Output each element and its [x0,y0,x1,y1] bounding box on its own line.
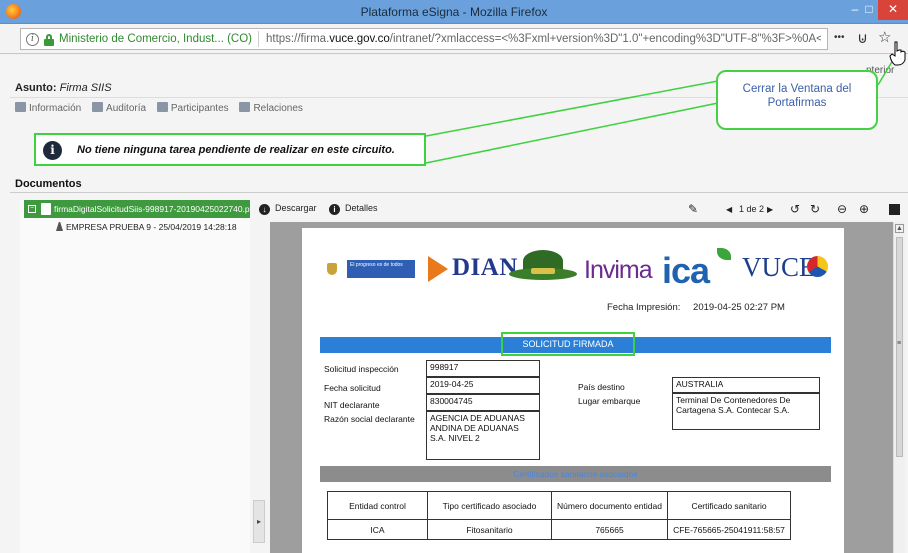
ica-logo: ica [662,250,710,291]
download-button[interactable]: ↓ Descargar [259,203,317,215]
solicitud-firmada-heading: SOLICITUD FIRMADA [501,332,635,356]
url-rest: /intranet/?xmlaccess=<%3Fxml+version%3D"… [389,33,821,45]
table-cell: Fitosanitario [427,519,552,540]
table-cell: CFE-765665-25041911:58:57 [667,519,791,540]
tree-item-document[interactable]: − firmaDigitalSolicitudSiis-998917-20190… [24,200,250,218]
field-value: AUSTRALIA [672,377,820,393]
prev-page-button[interactable]: ◀ [726,205,732,214]
field-value: 998917 [426,360,540,377]
pocket-icon[interactable]: ⊍ [857,29,868,47]
column-header: Número documento entidad [551,491,668,520]
maximize-button[interactable]: □ [858,0,880,20]
vuce-ball-logo [807,256,828,277]
pdf-viewer[interactable]: El progreso es de todos DIAN Invima ica … [270,222,895,553]
table-cell: ICA [327,519,428,540]
scroll-thumb[interactable] [896,237,903,457]
download-icon: ↓ [259,204,270,215]
zoom-in-icon[interactable]: ⊕ [859,202,869,216]
field-label: NIT declarante [324,400,380,410]
window-titlebar: Plataforma eSigna - Mozilla Firefox – □ … [0,0,908,24]
scroll-grip-icon: ≡ [897,340,902,347]
address-bar: i Ministerio de Comercio, Indust... (CO)… [0,24,908,54]
url-field[interactable]: i Ministerio de Comercio, Indust... (CO)… [20,28,828,50]
window-title: Plataforma eSigna - Mozilla Firefox [360,5,548,19]
url-domain: vuce.gov.co [329,33,390,45]
field-label: País destino [578,382,625,392]
field-label: Solicitud inspección [324,364,399,374]
url-separator [258,31,259,47]
tree-item-label: firmaDigitalSolicitudSiis-998917-2019042… [54,204,250,214]
signature-label: EMPRESA PRUEBA 9 - 25/04/2019 14:28:18 [66,222,237,232]
details-label: Detalles [345,203,378,213]
table-cell: 765665 [551,519,668,540]
fecha-value: 2019-04-25 02:27 PM [693,302,785,313]
certificates-table: Entidad control Tipo certificado asociad… [327,491,791,540]
column-header: Tipo certificado asociado [427,491,552,520]
details-button[interactable]: i Detalles [329,203,378,215]
download-label: Descargar [275,203,317,213]
field-value: 2019-04-25 [426,377,540,394]
field-value: Terminal De Contenedores De Cartagena S.… [672,393,820,430]
file-icon [41,203,51,215]
field-label: Fecha solicitud [324,383,381,393]
print-date: Fecha Impresión: 2019-04-25 02:27 PM [607,302,785,313]
invima-logo: Invima [584,256,653,284]
url-text[interactable]: https://firma.vuce.gov.co/intranet/?xmla… [266,33,821,45]
viewer-scrollbar[interactable]: ▲ ≡ [893,222,905,553]
fullscreen-icon[interactable] [889,204,900,215]
page-actions-icon[interactable]: ••• [834,32,845,43]
lock-icon[interactable] [44,34,54,46]
site-identity[interactable]: Ministerio de Comercio, Indust... (CO) [59,33,252,45]
rotate-left-icon[interactable]: ↺ [790,202,800,216]
signature-icon [56,222,63,231]
document-tree: − firmaDigitalSolicitudSiis-998917-20190… [20,200,250,553]
collapse-panel-handle[interactable]: ▸ [253,500,265,543]
collapse-toggle-icon[interactable]: − [28,205,36,213]
viewer-toolbar: ↓ Descargar i Detalles ✎ ◀ 1 de 2 ▶ ↺ ↻ ⊖ … [257,201,908,221]
pdf-page: El progreso es de todos DIAN Invima ica … [302,228,844,553]
table-header-row: Entidad control Tipo certificado asociad… [327,491,791,520]
sign-pen-icon[interactable]: ✎ [688,202,698,216]
column-header: Certificado sanitario [667,491,791,520]
info-icon[interactable]: i [26,33,39,46]
details-icon: i [329,204,340,215]
documents-heading: Documentos [15,178,82,190]
customs-emblem-logo [509,250,577,286]
certificados-heading: Certificados sanitarios asociados [320,466,831,482]
colombia-coat-of-arms-logo [327,263,337,275]
close-window-button[interactable]: ✕ [878,0,908,20]
field-label: Razón social declarante [324,414,415,424]
field-label: Lugar embarque [578,396,641,406]
vuce-logo: VUCE [742,252,816,282]
zoom-out-icon[interactable]: ⊖ [837,202,847,216]
field-value: 830004745 [426,394,540,411]
gobierno-logo: El progreso es de todos [347,260,415,278]
close-portafirmas-callout: Cerrar la Ventana del Portafirmas [716,70,878,130]
dian-mark-logo [428,256,448,282]
divider [10,192,908,193]
scroll-up-icon[interactable]: ▲ [895,224,904,233]
next-page-button[interactable]: ▶ [767,205,773,214]
rotate-right-icon[interactable]: ↻ [810,202,820,216]
field-value: AGENCIA DE ADUANAS ANDINA DE ADUANAS S.A… [426,411,540,460]
ica-leaf-logo [717,248,731,260]
column-header: Entidad control [327,491,428,520]
page-content: nterior Asunto: Firma SIIS Información A… [0,55,908,553]
url-prefix: https://firma. [266,33,330,45]
tree-item-signature[interactable]: EMPRESA PRUEBA 9 - 25/04/2019 14:28:18 [56,222,237,232]
fecha-label: Fecha Impresión: [607,302,681,313]
page-indicator: 1 de 2 [739,204,765,214]
hand-cursor-icon [889,41,906,66]
table-row: ICA Fitosanitario 765665 CFE-765665-2504… [327,519,791,540]
logo-strip: El progreso es de todos DIAN Invima ica … [302,238,844,291]
